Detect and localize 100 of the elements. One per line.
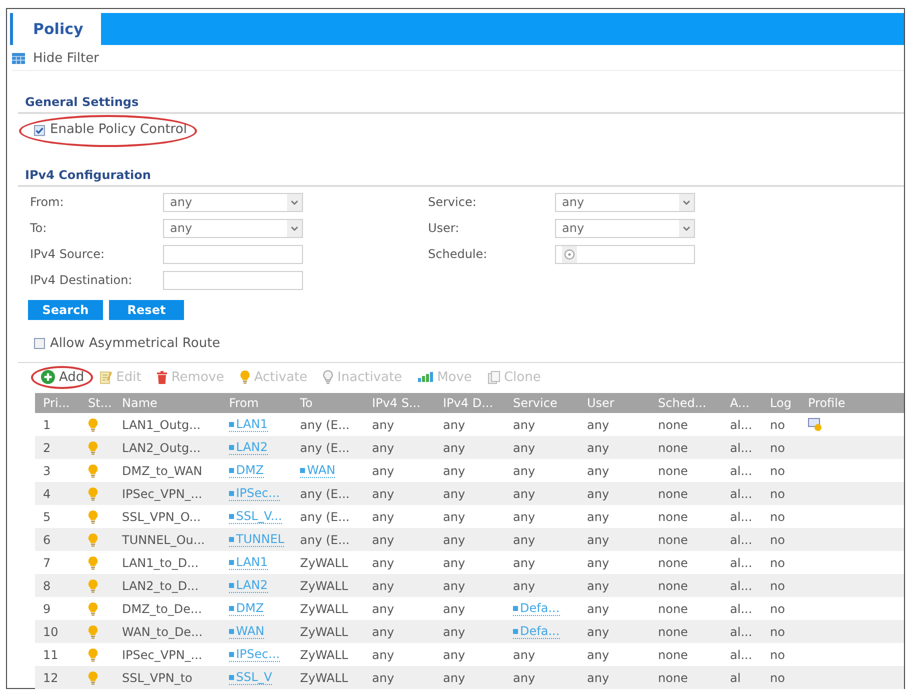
object-link[interactable]: DMZ xyxy=(229,601,264,616)
table-cell-text: no xyxy=(769,556,786,570)
checkbox[interactable] xyxy=(34,124,45,136)
table-cell-text: any xyxy=(371,464,396,478)
object-link[interactable]: LAN1 xyxy=(229,555,268,570)
square-bullet-icon xyxy=(229,514,234,518)
table-cell-text: 8 xyxy=(42,578,52,592)
text-field[interactable] xyxy=(163,270,303,290)
text-field[interactable] xyxy=(163,244,303,264)
table-cell-text: none xyxy=(657,556,689,570)
object-link[interactable]: IPSec... xyxy=(229,647,280,662)
column-header[interactable]: A... xyxy=(722,396,762,410)
column-header[interactable]: From xyxy=(221,396,292,410)
square-bullet-icon xyxy=(229,606,234,610)
column-header[interactable]: IPv4 S... xyxy=(364,396,435,410)
table-cell-text: 12 xyxy=(42,670,60,684)
table-cell-text: ZyWALL xyxy=(299,602,350,616)
checkbox[interactable] xyxy=(34,338,45,349)
dropdown-field[interactable]: any xyxy=(163,192,303,212)
table-cell-text: ZyWALL xyxy=(299,624,350,638)
table-row[interactable]: 10 WAN_to_De... WAN ZyWALL any any Defa... any none al... no xyxy=(35,620,904,643)
action-button[interactable]: Search xyxy=(28,300,103,320)
table-cell-text: al... xyxy=(729,648,754,662)
column-header[interactable]: User xyxy=(579,396,650,410)
object-link[interactable]: LAN2 xyxy=(229,440,268,455)
object-link[interactable]: WAN xyxy=(229,624,264,639)
square-bullet-icon xyxy=(513,628,518,634)
dropdown-field[interactable]: any xyxy=(555,192,695,212)
object-link[interactable]: IPSec... xyxy=(229,486,280,501)
table-cell-text: any xyxy=(442,464,466,478)
picker-field[interactable] xyxy=(555,244,695,264)
square-bullet-icon xyxy=(229,536,234,542)
square-bullet-icon xyxy=(229,490,234,496)
table-row[interactable]: 6 TUNNEL_Ou... TUNNEL any (E... any any any any none al... no xyxy=(35,528,904,551)
table-cell-text: no xyxy=(769,418,786,432)
table-cell-text: none xyxy=(657,624,689,638)
column-header[interactable]: Profile xyxy=(800,396,904,410)
table-cell-text: al... xyxy=(729,440,754,454)
table-cell-text: any (E... xyxy=(299,418,351,432)
object-link[interactable]: LAN2 xyxy=(229,578,268,593)
table-row[interactable]: 8 LAN2_to_D... LAN2 ZyWALL any any any any none al... no xyxy=(35,574,904,597)
column-header[interactable]: Log xyxy=(762,396,800,410)
dropdown-field[interactable]: any xyxy=(163,218,303,238)
table-cell-text: none xyxy=(657,602,689,616)
table-cell-text: no xyxy=(769,464,786,478)
table-cell-text: al... xyxy=(729,602,754,616)
square-bullet-icon xyxy=(229,560,234,564)
table-cell-text: none xyxy=(657,510,689,524)
table-cell-text: any xyxy=(442,670,466,684)
table-cell-text: ZyWALL xyxy=(299,648,350,662)
object-link[interactable]: SSL_V... xyxy=(229,509,282,524)
table-cell-text: any xyxy=(586,440,610,454)
column-header[interactable]: St... xyxy=(80,396,114,410)
table-cell-text: 3 xyxy=(42,464,52,478)
column-header[interactable]: To xyxy=(292,396,364,410)
table-row[interactable]: 2 LAN2_Outg... LAN2 any (E... any any any any none al... no xyxy=(35,436,904,459)
action-button[interactable]: Reset xyxy=(109,300,184,320)
table-cell-text: any xyxy=(442,624,466,638)
object-link[interactable]: DMZ xyxy=(229,463,264,478)
table-cell-text: none xyxy=(657,418,689,432)
square-bullet-icon xyxy=(300,468,305,472)
table-cell-text: any xyxy=(586,464,610,478)
object-link[interactable]: LAN1 xyxy=(229,417,268,432)
table-cell-text: any xyxy=(442,556,466,570)
column-header[interactable]: Pri... xyxy=(35,396,80,410)
square-bullet-icon xyxy=(229,422,234,426)
column-header[interactable]: Service xyxy=(505,396,579,410)
table-cell-text: any xyxy=(442,648,466,662)
table-cell-text: none xyxy=(657,532,689,546)
column-header[interactable]: Name xyxy=(114,396,221,410)
table-cell-text: any xyxy=(371,648,396,662)
hide-filter-link[interactable]: Hide Filter xyxy=(12,50,99,66)
object-link[interactable]: Defa... xyxy=(513,624,560,639)
table-cell-text: any xyxy=(442,602,466,616)
table-cell-text: any (E... xyxy=(299,510,351,524)
table-cell-text: none xyxy=(657,648,689,662)
checkbox-label: Allow Asymmetrical Route xyxy=(50,336,220,350)
table-cell-text: any xyxy=(512,648,536,662)
table-cell-text: LAN2_to_D... xyxy=(121,578,200,592)
toolbar-button[interactable]: Add xyxy=(41,370,84,384)
table-cell-text: none xyxy=(657,486,689,500)
table-row[interactable]: 12 SSL_VPN_to SSL_V ZyWALL any any any any none al no xyxy=(35,666,904,689)
table-cell-text: any xyxy=(586,486,610,500)
dropdown-field[interactable]: any xyxy=(555,218,695,238)
table-cell-text: any xyxy=(586,670,610,684)
object-link[interactable]: SSL_V xyxy=(229,670,272,685)
table-row[interactable]: 4 IPSec_VPN_... IPSec... any (E... any any any any none al... no xyxy=(35,482,904,505)
table-cell-text: al... xyxy=(729,510,754,524)
column-header[interactable]: IPv4 D... xyxy=(435,396,505,410)
table-cell-text: any xyxy=(512,670,536,684)
object-link[interactable]: TUNNEL xyxy=(229,532,284,547)
column-header[interactable]: Sched... xyxy=(650,396,722,410)
table-cell-text: any xyxy=(586,510,610,524)
object-link[interactable]: Defa... xyxy=(513,601,560,616)
table-cell-text: any xyxy=(371,602,396,616)
square-bullet-icon xyxy=(229,674,234,680)
object-link[interactable]: WAN xyxy=(300,463,336,478)
table-cell-text: SSL_VPN_to xyxy=(121,670,194,684)
field-label: IPv4 Destination: xyxy=(30,272,134,288)
table-cell-text: al... xyxy=(729,532,754,546)
